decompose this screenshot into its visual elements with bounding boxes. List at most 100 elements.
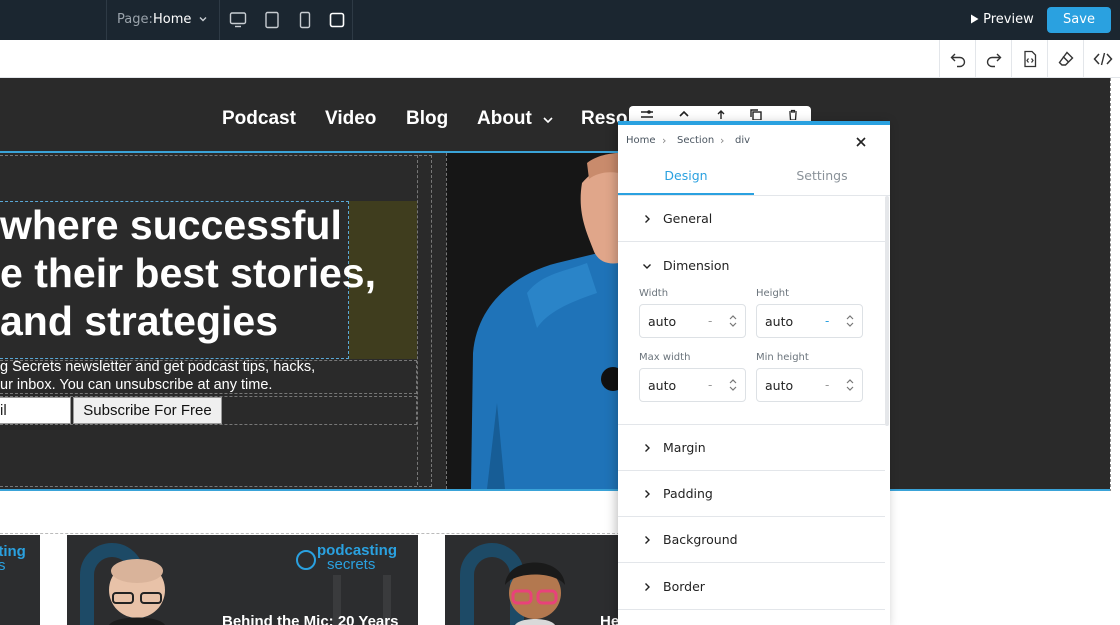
host-photo[interactable]: [446, 153, 618, 489]
breadcrumb-div[interactable]: div: [735, 135, 750, 146]
square-icon[interactable]: [328, 11, 346, 29]
arrow-up-icon[interactable]: [715, 108, 727, 120]
chevron-down-icon: [643, 264, 651, 269]
close-icon[interactable]: [854, 135, 868, 149]
chevron-right-icon: ›: [662, 134, 667, 147]
nav-link-podcast[interactable]: Podcast: [222, 108, 296, 130]
section-margin[interactable]: Margin: [618, 425, 885, 471]
divider: [219, 0, 220, 40]
scrollbar[interactable]: [885, 196, 889, 426]
nav-link-about[interactable]: About: [477, 108, 532, 130]
duplicate-icon[interactable]: [749, 108, 763, 120]
section-label: Border: [663, 579, 705, 594]
tab-design[interactable]: Design: [618, 157, 754, 195]
unit-selector[interactable]: -: [708, 314, 712, 328]
unit-selector[interactable]: -: [708, 378, 712, 392]
episode-card[interactable]: podcasting secrets Behind the Mic: 20 Ye…: [67, 535, 418, 625]
chevron-right-icon: [645, 583, 650, 591]
tab-settings[interactable]: Settings: [754, 157, 890, 195]
width-field[interactable]: auto -: [639, 304, 746, 338]
eraser-button[interactable]: [1047, 40, 1083, 78]
breadcrumb-section[interactable]: Section: [677, 135, 714, 146]
episode-thumbnail: [460, 543, 565, 625]
nav-link-video[interactable]: Video: [325, 108, 376, 130]
code-view-button[interactable]: [1083, 40, 1119, 78]
nav-link-blog[interactable]: Blog: [406, 108, 448, 130]
stepper-icon[interactable]: [845, 313, 855, 329]
chevron-right-icon: [645, 490, 650, 498]
episode-card[interactable]: He: [445, 535, 618, 625]
paragraph-line: ur inbox. You can unsubscribe at any tim…: [0, 377, 273, 393]
breadcrumb-home[interactable]: Home: [626, 135, 656, 146]
height-field[interactable]: auto -: [756, 304, 863, 338]
trash-icon[interactable]: [787, 108, 799, 120]
stepper-icon[interactable]: [845, 377, 855, 393]
hero-heading[interactable]: where successful e their best stories, a…: [0, 201, 376, 359]
height-label: Height: [756, 288, 790, 299]
email-field[interactable]: il: [0, 397, 71, 424]
person-image: [447, 153, 618, 489]
section-label: Margin: [663, 440, 706, 455]
field-value: auto: [648, 378, 677, 393]
field-value: auto: [765, 378, 794, 393]
divider: [106, 0, 107, 40]
redo-button[interactable]: [975, 40, 1011, 78]
section-label: General: [663, 211, 713, 226]
episode-card[interactable]: sting s: [0, 535, 40, 625]
top-bar: Page: Home Preview Save: [0, 0, 1120, 40]
canvas-border: [1110, 78, 1111, 492]
section-padding[interactable]: Padding: [618, 471, 885, 517]
code-file-button[interactable]: [1011, 40, 1047, 78]
paragraph-line: g Secrets newsletter and get podcast tip…: [0, 359, 316, 375]
desktop-icon[interactable]: [229, 11, 247, 29]
divider: [352, 0, 353, 40]
section-outline: [0, 533, 620, 534]
mobile-icon[interactable]: [296, 11, 314, 29]
heading-line: e their best stories,: [0, 250, 376, 296]
eraser-icon: [1058, 51, 1074, 66]
episode-title: Behind the Mic: 20 Years: [222, 613, 399, 625]
field-value: auto: [648, 314, 677, 329]
chevron-down-icon[interactable]: [198, 14, 208, 24]
chevron-right-icon: [645, 536, 650, 544]
chevron-right-icon: [645, 215, 650, 223]
episode-title: He: [600, 613, 618, 625]
section-background[interactable]: Background: [618, 517, 885, 563]
page-selector[interactable]: Home: [153, 12, 191, 27]
section-label: Background: [663, 532, 738, 547]
brand-text: secrets: [327, 556, 376, 573]
section-label: Padding: [663, 486, 713, 501]
heading-line: where successful: [0, 202, 342, 248]
heading-line: and strategies: [0, 298, 278, 344]
tablet-icon[interactable]: [263, 11, 281, 29]
brand-text: s: [0, 557, 6, 574]
undo-button[interactable]: [939, 40, 975, 78]
code-icon: [1093, 52, 1113, 66]
redo-icon: [986, 53, 1002, 68]
stepper-icon[interactable]: [728, 313, 738, 329]
max-width-field[interactable]: auto -: [639, 368, 746, 402]
min-height-field[interactable]: auto -: [756, 368, 863, 402]
move-up-icon[interactable]: [678, 108, 690, 120]
width-label: Width: [639, 288, 669, 299]
section-label: Dimension: [663, 258, 730, 273]
section-border[interactable]: Border: [618, 564, 885, 610]
min-height-label: Min height: [756, 352, 809, 363]
section-general[interactable]: General: [618, 196, 885, 242]
editor-toolbar: [0, 40, 1120, 78]
save-button[interactable]: Save: [1047, 7, 1111, 33]
subscribe-button[interactable]: Subscribe For Free: [73, 397, 222, 424]
chevron-down-icon[interactable]: [542, 115, 554, 125]
chevron-right-icon: [645, 444, 650, 452]
preview-label: Preview: [983, 12, 1034, 27]
max-width-label: Max width: [639, 352, 691, 363]
element-toolbar: [629, 106, 811, 121]
hero-paragraph[interactable]: g Secrets newsletter and get podcast tip…: [0, 359, 417, 394]
code-file-icon: [1024, 50, 1037, 68]
preview-button[interactable]: Preview: [970, 12, 1034, 27]
undo-icon: [950, 53, 966, 68]
stepper-icon[interactable]: [728, 377, 738, 393]
unit-selector[interactable]: -: [825, 378, 829, 392]
unit-selector[interactable]: -: [825, 314, 829, 328]
sliders-icon[interactable]: [639, 108, 655, 120]
